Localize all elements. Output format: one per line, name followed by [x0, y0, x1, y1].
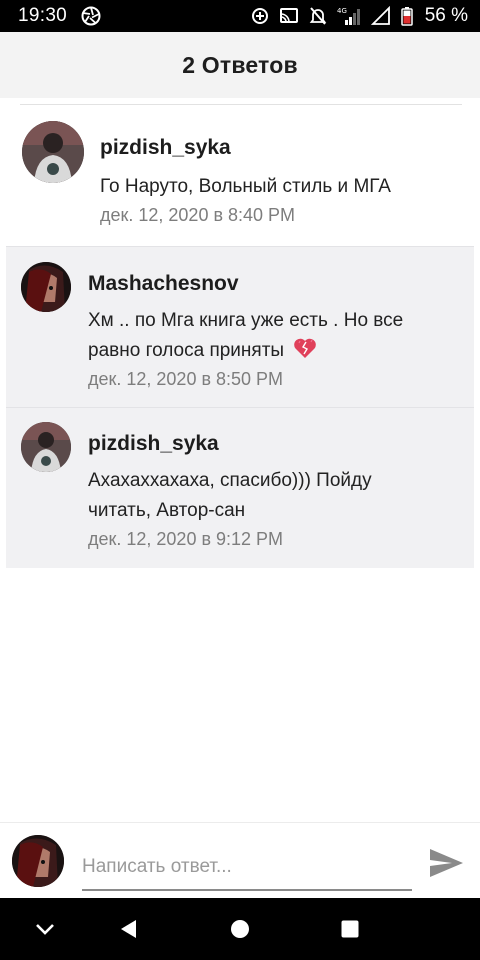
reply-input[interactable] — [82, 845, 412, 891]
battery-icon — [400, 6, 413, 26]
send-button[interactable] — [426, 843, 466, 883]
heart-emoji-icon — [293, 337, 317, 369]
send-icon — [430, 849, 463, 877]
avatar[interactable] — [22, 121, 84, 183]
reply-text: Хм .. по Мга книга уже есть . Но все рав… — [88, 310, 404, 361]
navigation-bar — [0, 898, 480, 960]
reply-item: pizdish_syka Ахахаххахаха, спасибо))) По… — [6, 408, 474, 568]
current-user-avatar[interactable] — [12, 835, 64, 887]
reply-text: Ахахаххахаха, спасибо))) Пойду читать, А… — [88, 470, 372, 521]
comment-username[interactable]: pizdish_syka — [100, 136, 231, 160]
wifi-signal-icon — [370, 6, 391, 26]
comment-item: pizdish_syka Го Наруто, Вольный стиль и … — [0, 106, 480, 246]
battery-percent: 56 % — [424, 5, 468, 26]
comment-date: дек. 12, 2020 в 8:40 PM — [100, 205, 296, 225]
reply-username[interactable]: Mashachesnov — [88, 272, 239, 296]
reply-composer — [0, 822, 480, 898]
aperture-icon — [81, 6, 101, 26]
comment-text: Го Наруто, Вольный стиль и МГА — [100, 176, 391, 197]
replies-header: 2 Ответов — [0, 32, 480, 98]
reply-date: дек. 12, 2020 в 9:12 PM — [88, 529, 284, 549]
back-icon[interactable] — [88, 898, 168, 960]
cast-icon — [279, 7, 299, 25]
reply-date: дек. 12, 2020 в 8:50 PM — [88, 369, 284, 389]
mute-icon — [309, 6, 327, 26]
chevron-down-icon[interactable] — [5, 898, 85, 960]
reply-username[interactable]: pizdish_syka — [88, 432, 219, 456]
data-saver-icon — [251, 7, 269, 25]
divider — [20, 104, 462, 105]
nested-replies: Mashachesnov Хм .. по Мга книга уже есть… — [6, 246, 474, 568]
home-icon[interactable] — [200, 898, 280, 960]
status-bar: 19:30 4G 56 % — [0, 0, 480, 32]
network-label: 4G — [337, 7, 347, 15]
avatar[interactable] — [21, 262, 71, 312]
avatar[interactable] — [21, 422, 71, 472]
page-title: 2 Ответов — [182, 51, 298, 78]
signal-icon: 4G — [337, 6, 361, 26]
recents-icon[interactable] — [310, 898, 390, 960]
reply-text-block: Хм .. по Мга книга уже есть . Но все рав… — [88, 306, 458, 369]
status-time: 19:30 — [18, 5, 68, 26]
reply-item: Mashachesnov Хм .. по Мга книга уже есть… — [6, 246, 474, 407]
